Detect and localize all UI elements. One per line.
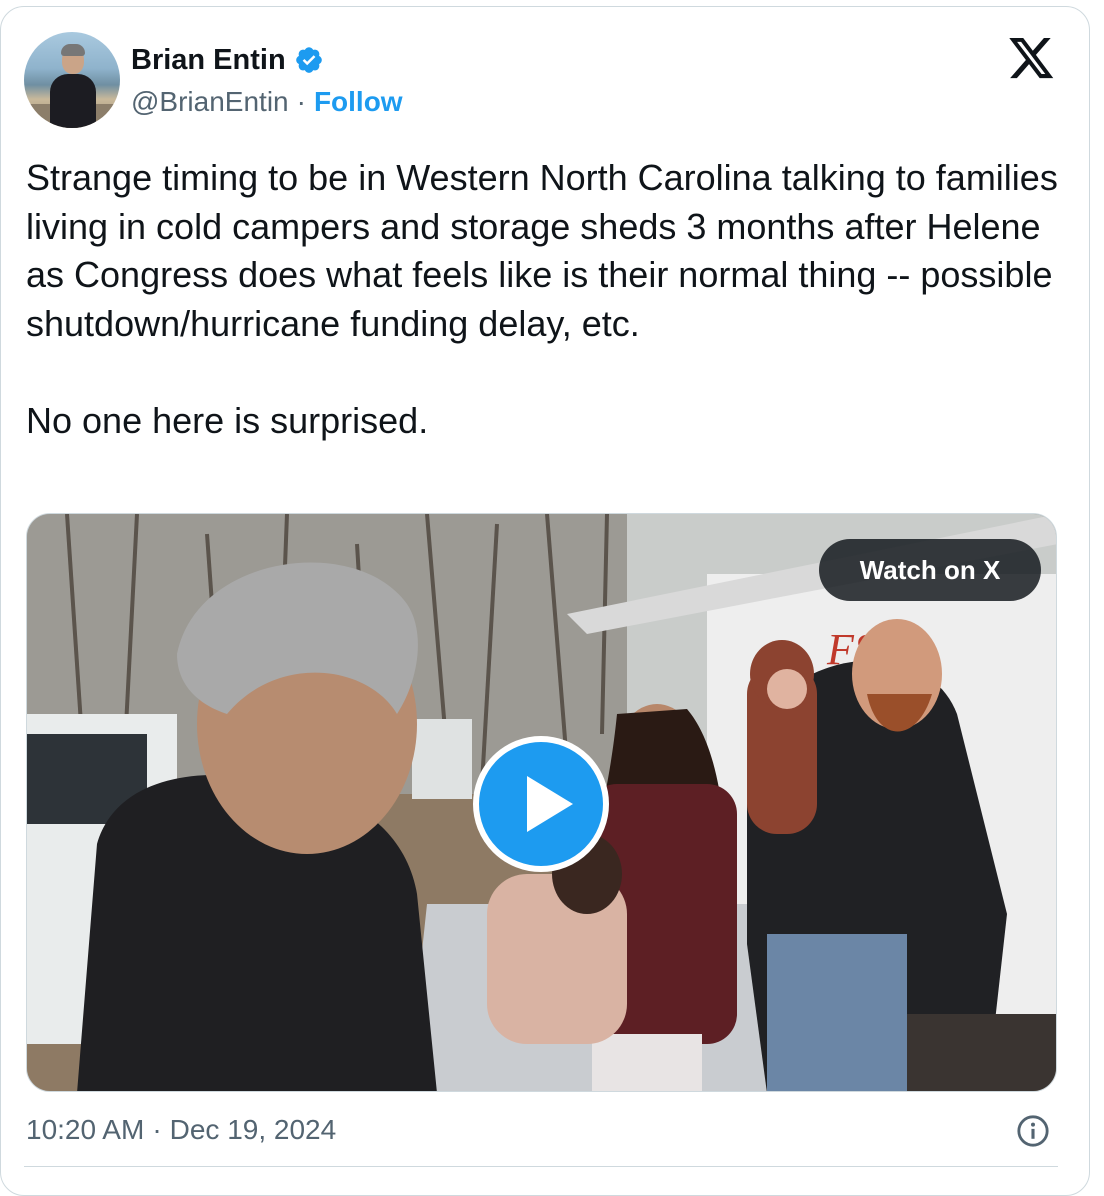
tweet-date: Dec 19, 2024 [169,1114,337,1145]
watch-on-x-button[interactable]: Watch on X [819,539,1041,601]
footer-divider [24,1166,1058,1167]
x-logo-icon[interactable] [1008,38,1056,80]
avatar[interactable] [24,32,120,128]
author-handle[interactable]: @BrianEntin [131,84,289,120]
timestamp-separator: · [152,1114,162,1145]
play-icon [527,776,573,832]
tweet-time: 10:20 AM [26,1114,145,1145]
tweet-text: Strange timing to be in Western North Ca… [26,157,1058,441]
author-display-name[interactable]: Brian Entin [131,42,286,78]
author-name-row: Brian Entin [131,42,324,78]
play-button[interactable] [473,736,609,872]
info-icon[interactable] [1016,1114,1050,1148]
handle-separator: · [296,86,306,117]
follow-button[interactable]: Follow [314,84,403,120]
author-handle-row: @BrianEntin · Follow [131,84,403,120]
video-player[interactable]: FS Watch on X [26,513,1057,1092]
verified-badge-icon [295,47,322,73]
tweet-timestamp[interactable]: 10:20 AM · Dec 19, 2024 [26,1112,336,1148]
